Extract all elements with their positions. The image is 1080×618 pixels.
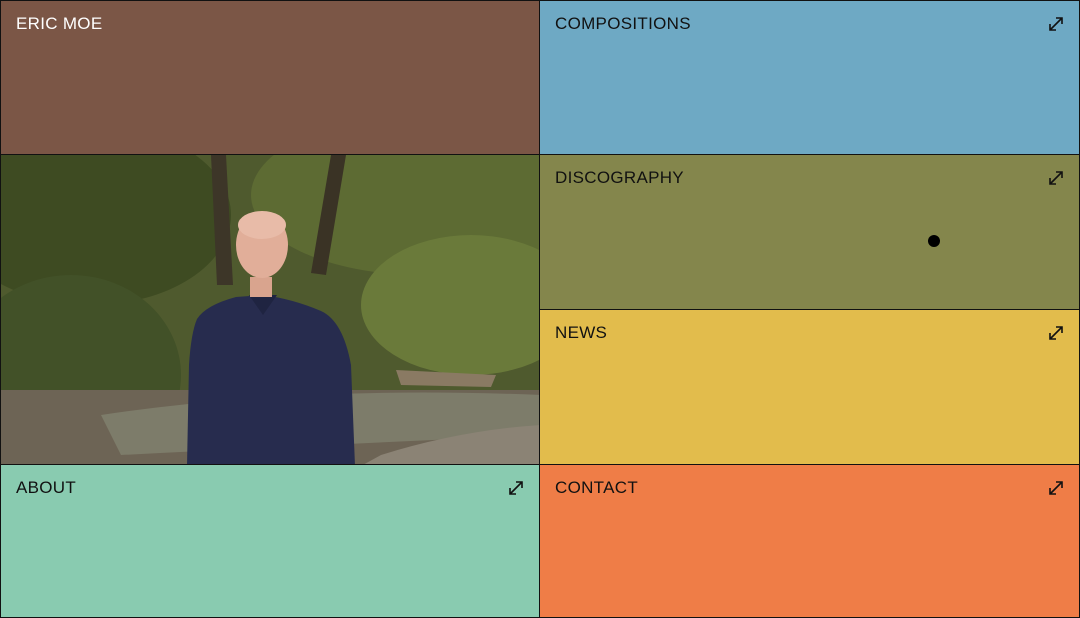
about-label[interactable]: ABOUT [16,478,76,498]
portrait-photo [0,154,540,465]
tile-grid: ERIC MOE COMPOSITIONS DISCOGRAPHY NEWS A… [0,0,1080,618]
compositions-tile[interactable]: COMPOSITIONS [539,0,1080,155]
discography-label[interactable]: DISCOGRAPHY [555,168,684,188]
contact-tile[interactable]: CONTACT [539,464,1080,618]
cursor-dot [928,235,940,247]
portrait-illustration [1,155,539,464]
news-label[interactable]: NEWS [555,323,607,343]
site-title-tile[interactable]: ERIC MOE [0,0,540,155]
site-title[interactable]: ERIC MOE [16,14,102,34]
compositions-label[interactable]: COMPOSITIONS [555,14,691,34]
discography-tile[interactable]: DISCOGRAPHY [539,154,1080,310]
about-tile[interactable]: ABOUT [0,464,540,618]
arrow-expand-icon[interactable] [1047,169,1065,187]
arrow-expand-icon[interactable] [1047,324,1065,342]
arrow-expand-icon[interactable] [1047,15,1065,33]
arrow-expand-icon[interactable] [1047,479,1065,497]
arrow-expand-icon[interactable] [507,479,525,497]
contact-label[interactable]: CONTACT [555,478,638,498]
news-tile[interactable]: NEWS [539,309,1080,465]
